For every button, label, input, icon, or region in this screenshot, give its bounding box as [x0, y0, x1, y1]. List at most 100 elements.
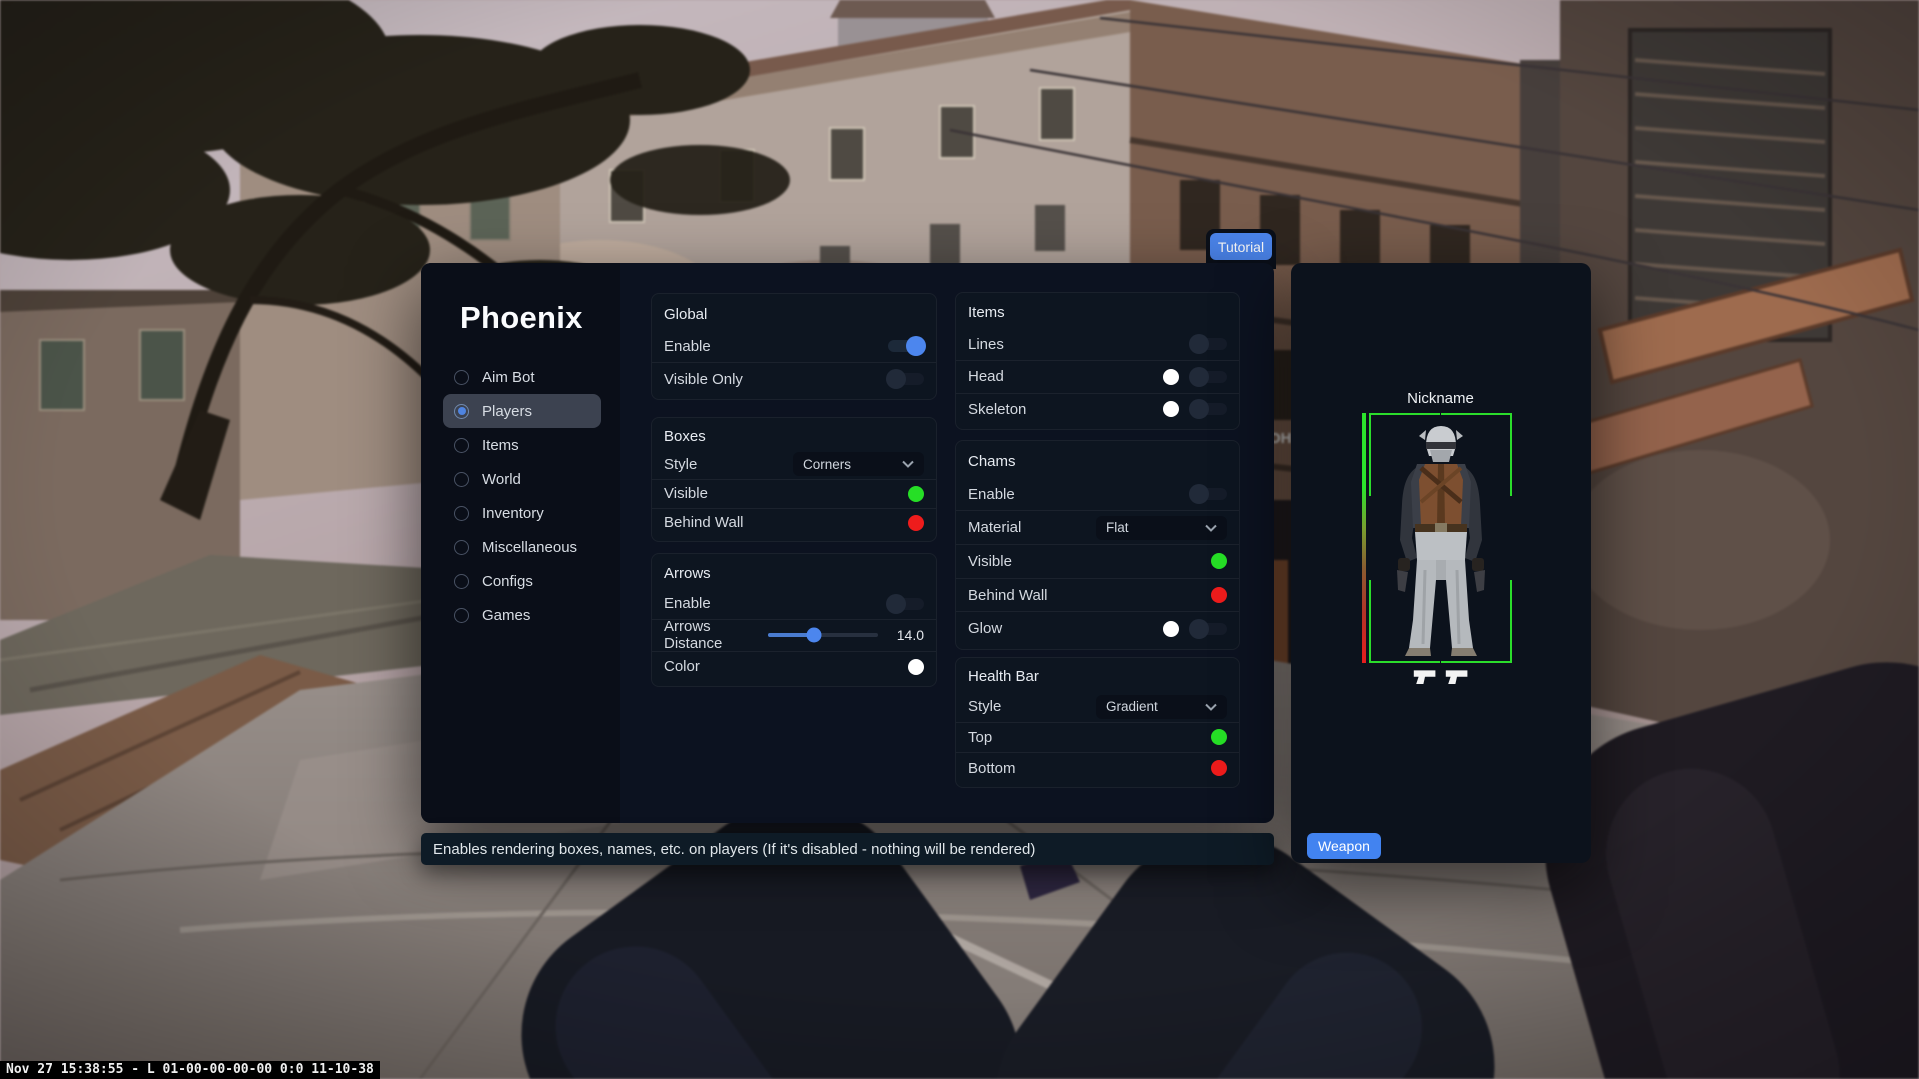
toggle-knob	[1189, 399, 1209, 419]
sidebar-item-label: Games	[482, 607, 530, 624]
tutorial-button[interactable]: Tutorial	[1210, 233, 1272, 260]
enable-toggle[interactable]	[888, 340, 924, 352]
chams-material-select[interactable]: Flat	[1096, 516, 1227, 540]
toggle-knob	[886, 369, 906, 389]
arrows-enable-toggle[interactable]	[888, 598, 924, 610]
preview-nickname: Nickname	[1369, 390, 1512, 407]
radio-icon	[454, 608, 469, 623]
color-swatch[interactable]	[1163, 621, 1179, 637]
visible-only-toggle[interactable]	[888, 373, 924, 385]
color-swatch[interactable]	[1211, 729, 1227, 745]
row-label: Arrows Distance	[664, 618, 768, 652]
sidebar-item-label: World	[482, 471, 521, 488]
color-swatch[interactable]	[1163, 369, 1179, 385]
radio-icon	[454, 574, 469, 589]
color-swatch[interactable]	[1163, 401, 1179, 417]
chevron-down-icon	[902, 460, 914, 468]
sidebar-item-items[interactable]: Items	[443, 428, 601, 462]
row-chams-visible: Visible	[956, 544, 1239, 578]
row-label: Skeleton	[968, 401, 1026, 418]
sidebar-item-world[interactable]: World	[443, 462, 601, 496]
sidebar-item-label: Aim Bot	[482, 369, 535, 386]
sidebar-item-games[interactable]: Games	[443, 598, 601, 632]
row-boxes-behind-wall: Behind Wall	[652, 508, 936, 537]
row-items-head: Head	[956, 360, 1239, 393]
row-chams-enable: Enable	[956, 478, 1239, 511]
sidebar-item-aim-bot[interactable]: Aim Bot	[443, 360, 601, 394]
game-screen: OH Tutorial Phoenix Aim Bot Players Item…	[0, 0, 1919, 1079]
card-items: Items Lines Head Skeleton	[955, 292, 1240, 430]
slider-knob[interactable]	[807, 628, 822, 643]
row-label: Enable	[968, 486, 1015, 503]
sidebar-item-inventory[interactable]: Inventory	[443, 496, 601, 530]
preview-weapon-icons	[1369, 667, 1512, 685]
card-chams-title: Chams	[956, 445, 1239, 478]
row-label: Visible Only	[664, 371, 743, 388]
row-label: Color	[664, 658, 700, 675]
chams-enable-toggle[interactable]	[1191, 488, 1227, 500]
radio-icon	[454, 370, 469, 385]
sidebar-item-label: Inventory	[482, 505, 544, 522]
card-arrows-title: Arrows	[652, 558, 936, 589]
color-swatch[interactable]	[1211, 587, 1227, 603]
glow-toggle[interactable]	[1191, 623, 1227, 635]
color-swatch[interactable]	[908, 515, 924, 531]
row-label: Visible	[968, 553, 1012, 570]
color-swatch[interactable]	[908, 486, 924, 502]
card-boxes-title: Boxes	[652, 422, 936, 450]
toggle-knob	[906, 336, 926, 356]
row-label: Behind Wall	[664, 514, 743, 531]
row-label: Glow	[968, 620, 1002, 637]
row-items-skeleton: Skeleton	[956, 393, 1239, 426]
chevron-down-icon	[1205, 703, 1217, 711]
skeleton-toggle[interactable]	[1191, 403, 1227, 415]
sidebar-item-configs[interactable]: Configs	[443, 564, 601, 598]
card-health-bar-title: Health Bar	[956, 662, 1239, 692]
cheat-menu-panel: Phoenix Aim Bot Players Items World	[421, 263, 1274, 823]
color-swatch[interactable]	[1211, 553, 1227, 569]
row-health-bottom: Bottom	[956, 752, 1239, 783]
row-health-style: Style Gradient	[956, 692, 1239, 722]
toggle-knob	[1189, 484, 1209, 504]
color-swatch[interactable]	[1211, 760, 1227, 776]
row-label: Top	[968, 729, 992, 746]
row-label: Style	[664, 456, 697, 473]
boxes-style-select[interactable]: Corners	[793, 452, 924, 476]
sidebar-item-players[interactable]: Players	[443, 394, 601, 428]
sidebar-item-miscellaneous[interactable]: Miscellaneous	[443, 530, 601, 564]
radio-icon	[454, 540, 469, 555]
row-global-visible-only: Visible Only	[652, 362, 936, 395]
radio-icon	[454, 438, 469, 453]
slider-value: 14.0	[888, 627, 924, 643]
menu-title: Phoenix	[460, 300, 583, 336]
chevron-down-icon	[1205, 524, 1217, 532]
sidebar-item-label: Miscellaneous	[482, 539, 577, 556]
color-swatch[interactable]	[908, 659, 924, 675]
card-global: Global Enable Visible Only	[651, 293, 937, 400]
toggle-knob	[886, 594, 906, 614]
health-bar-style-select[interactable]: Gradient	[1096, 695, 1227, 719]
row-boxes-visible: Visible	[652, 479, 936, 508]
preview-health-bar	[1362, 413, 1366, 663]
lines-toggle[interactable]	[1191, 338, 1227, 350]
card-boxes: Boxes Style Corners Visible Behind Wall	[651, 417, 937, 542]
pistol-icon	[1445, 667, 1469, 685]
row-label: Bottom	[968, 760, 1016, 777]
arrows-distance-slider[interactable]	[768, 633, 878, 637]
sidebar-item-label: Items	[482, 437, 519, 454]
card-chams: Chams Enable Material Flat Visible	[955, 440, 1240, 650]
row-label: Style	[968, 698, 1001, 715]
pistol-icon	[1413, 667, 1437, 685]
weapon-badge[interactable]: Weapon	[1307, 833, 1381, 859]
row-arrows-distance: Arrows Distance 14.0	[652, 619, 936, 651]
sidebar-nav: Aim Bot Players Items World Inventory	[443, 360, 601, 632]
select-value: Corners	[803, 457, 851, 472]
status-hint-text: Enables rendering boxes, names, etc. on …	[433, 841, 1035, 858]
row-boxes-style: Style Corners	[652, 450, 936, 478]
select-value: Gradient	[1106, 699, 1158, 714]
select-value: Flat	[1106, 520, 1129, 535]
player-preview-panel: Nickname	[1291, 263, 1591, 863]
sidebar-item-label: Configs	[482, 573, 533, 590]
head-toggle[interactable]	[1191, 371, 1227, 383]
radio-icon	[454, 506, 469, 521]
